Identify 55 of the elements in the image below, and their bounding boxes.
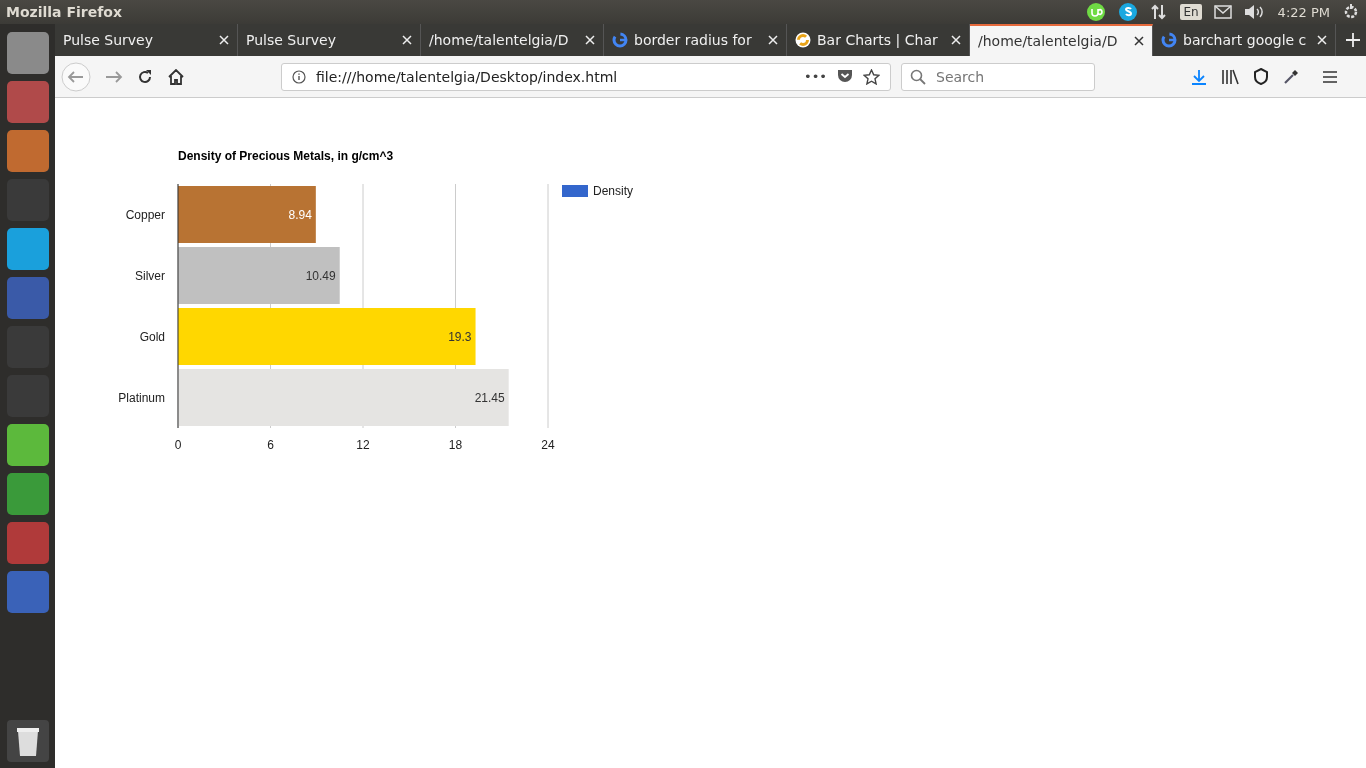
search-input[interactable]: Search [934,67,1078,86]
pocket-icon[interactable] [837,69,853,84]
google-g-icon [1161,32,1177,48]
forward-arrow-icon[interactable] [105,69,123,84]
app-launcher-icon[interactable] [6,228,49,270]
axis-tick-label: 6 [267,438,274,452]
app-launcher-icon[interactable] [6,130,49,172]
circle-app-tray-icon[interactable] [1086,2,1107,22]
shield-icon[interactable] [1253,68,1269,85]
value-label: 10.49 [305,268,336,283]
axis-tick-label: 18 [448,438,463,452]
reload-icon[interactable] [137,68,153,85]
keyboard-layout-indicator[interactable]: En [1180,4,1202,20]
url-text: file:///home/talentelgia/Desktop/index.html [316,68,619,85]
google-g-icon [612,32,628,48]
menu-icon[interactable] [1323,70,1337,83]
axis-tick-label: 12 [356,438,370,452]
axis-tick-label: 0 [174,438,182,452]
library-books-icon[interactable] [1221,68,1239,85]
envelope-icon[interactable] [1213,5,1232,19]
page-actions-button[interactable]: ••• [804,69,827,84]
chat-bubble-tray-icon[interactable] [1118,2,1139,22]
category-label: Platinum [118,390,165,405]
value-label: 21.45 [474,390,505,405]
axis-tick-label: 24 [541,438,555,452]
search-icon [910,68,926,85]
chart-title: Density of Precious Metals, in g/cm^3 [178,149,394,163]
category-label: Silver [135,268,165,283]
legend-label: Density [593,184,633,198]
app-launcher-icon[interactable] [6,473,49,515]
settings-icon[interactable] [1342,3,1360,21]
transfer-arrows-icon[interactable] [1150,3,1169,21]
browser-tab[interactable]: /home/talentelgia/D [970,24,1153,56]
star-icon[interactable] [863,68,880,85]
info-icon[interactable] [292,69,306,84]
window-title: Mozilla Firefox [6,4,122,20]
value-label: 8.94 [288,207,312,222]
address-bar[interactable]: file:///home/talentelgia/Desktop/index.html ••• [281,62,891,91]
speaker-volume-icon[interactable] [1243,4,1266,20]
trash-bin-icon[interactable] [6,720,49,762]
value-label: 19.3 [448,329,472,344]
search-field[interactable]: Search [901,62,1095,91]
home-icon[interactable] [167,68,185,85]
chart-ring-icon [795,32,811,48]
app-launcher-icon[interactable] [6,424,49,466]
clock-time[interactable]: 4:22 PM [1277,4,1330,20]
category-label: Copper [125,207,165,222]
eyedropper-icon[interactable] [1283,68,1299,85]
app-launcher-icon[interactable] [6,32,49,74]
download-arrow-icon[interactable] [1191,68,1207,85]
app-launcher-icon[interactable] [6,81,49,123]
app-launcher-icon[interactable] [6,571,49,613]
close-icon[interactable] [1134,36,1144,46]
new-tab-plus-icon[interactable] [1346,33,1360,47]
category-label: Gold [139,329,165,344]
